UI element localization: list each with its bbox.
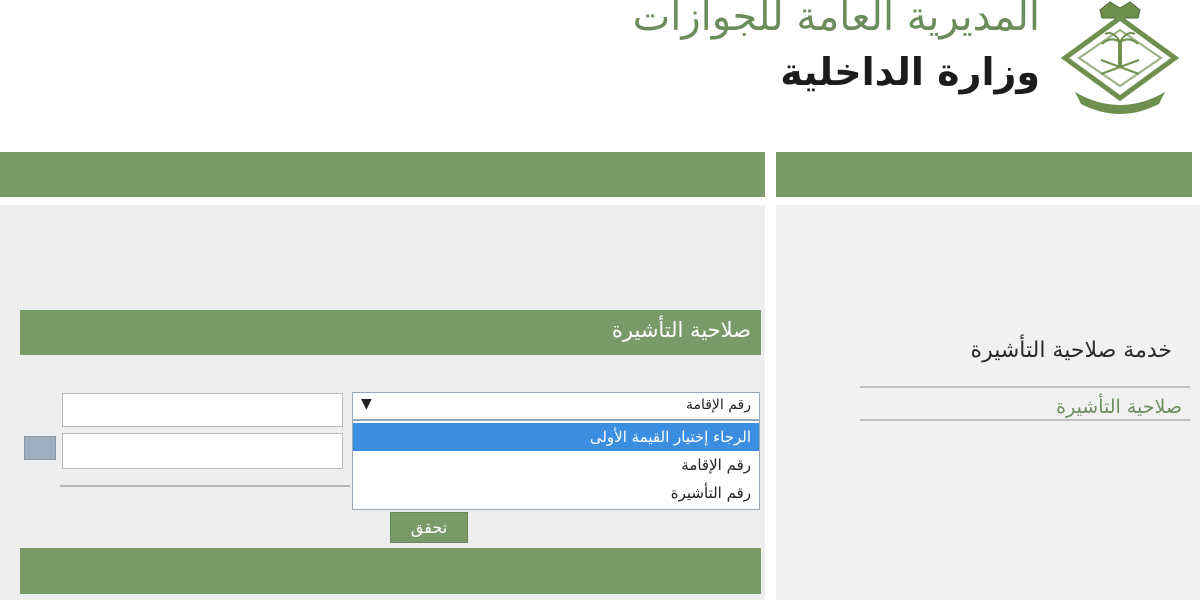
page-header: المديرية العامة للجوازات وزارة الداخلية [0,0,1200,140]
org-title: المديرية العامة للجوازات [632,0,1040,40]
id-number-input[interactable] [62,393,343,427]
bottom-bar [20,548,761,594]
id-type-select[interactable]: ▼ رقم الإقامة [352,392,760,420]
id-type-dropdown[interactable]: الرجاء إختيار القيمة الأولى رقم الإقامة … [352,420,760,510]
dropdown-option-visa[interactable]: رقم التأشيرة [353,479,759,507]
jawazat-logo-icon [1060,1,1180,114]
divider-bottom [860,419,1190,421]
service-link[interactable]: صلاحية التأشيرة [1056,396,1182,418]
dropdown-option-iqama[interactable]: رقم الإقامة [353,451,759,479]
verify-button[interactable]: تحقق [390,512,468,543]
input-underline [60,485,350,487]
form-header: صلاحية التأشيرة [20,310,761,355]
dropdown-arrow-icon[interactable]: ▼ [361,396,372,412]
form-title: صلاحية التأشيرة [611,318,751,342]
dropdown-option-placeholder[interactable]: الرجاء إختيار القيمة الأولى [353,423,759,451]
service-title: خدمة صلاحية التأشيرة [970,338,1172,363]
divider-top [860,386,1190,388]
ministry-title: وزارة الداخلية [780,50,1040,94]
top-bar-right [776,152,1192,197]
top-bar-left [0,152,765,197]
captcha-image-icon [24,436,56,460]
captcha-input[interactable] [62,433,343,469]
select-current-value: رقم الإقامة [685,397,751,413]
